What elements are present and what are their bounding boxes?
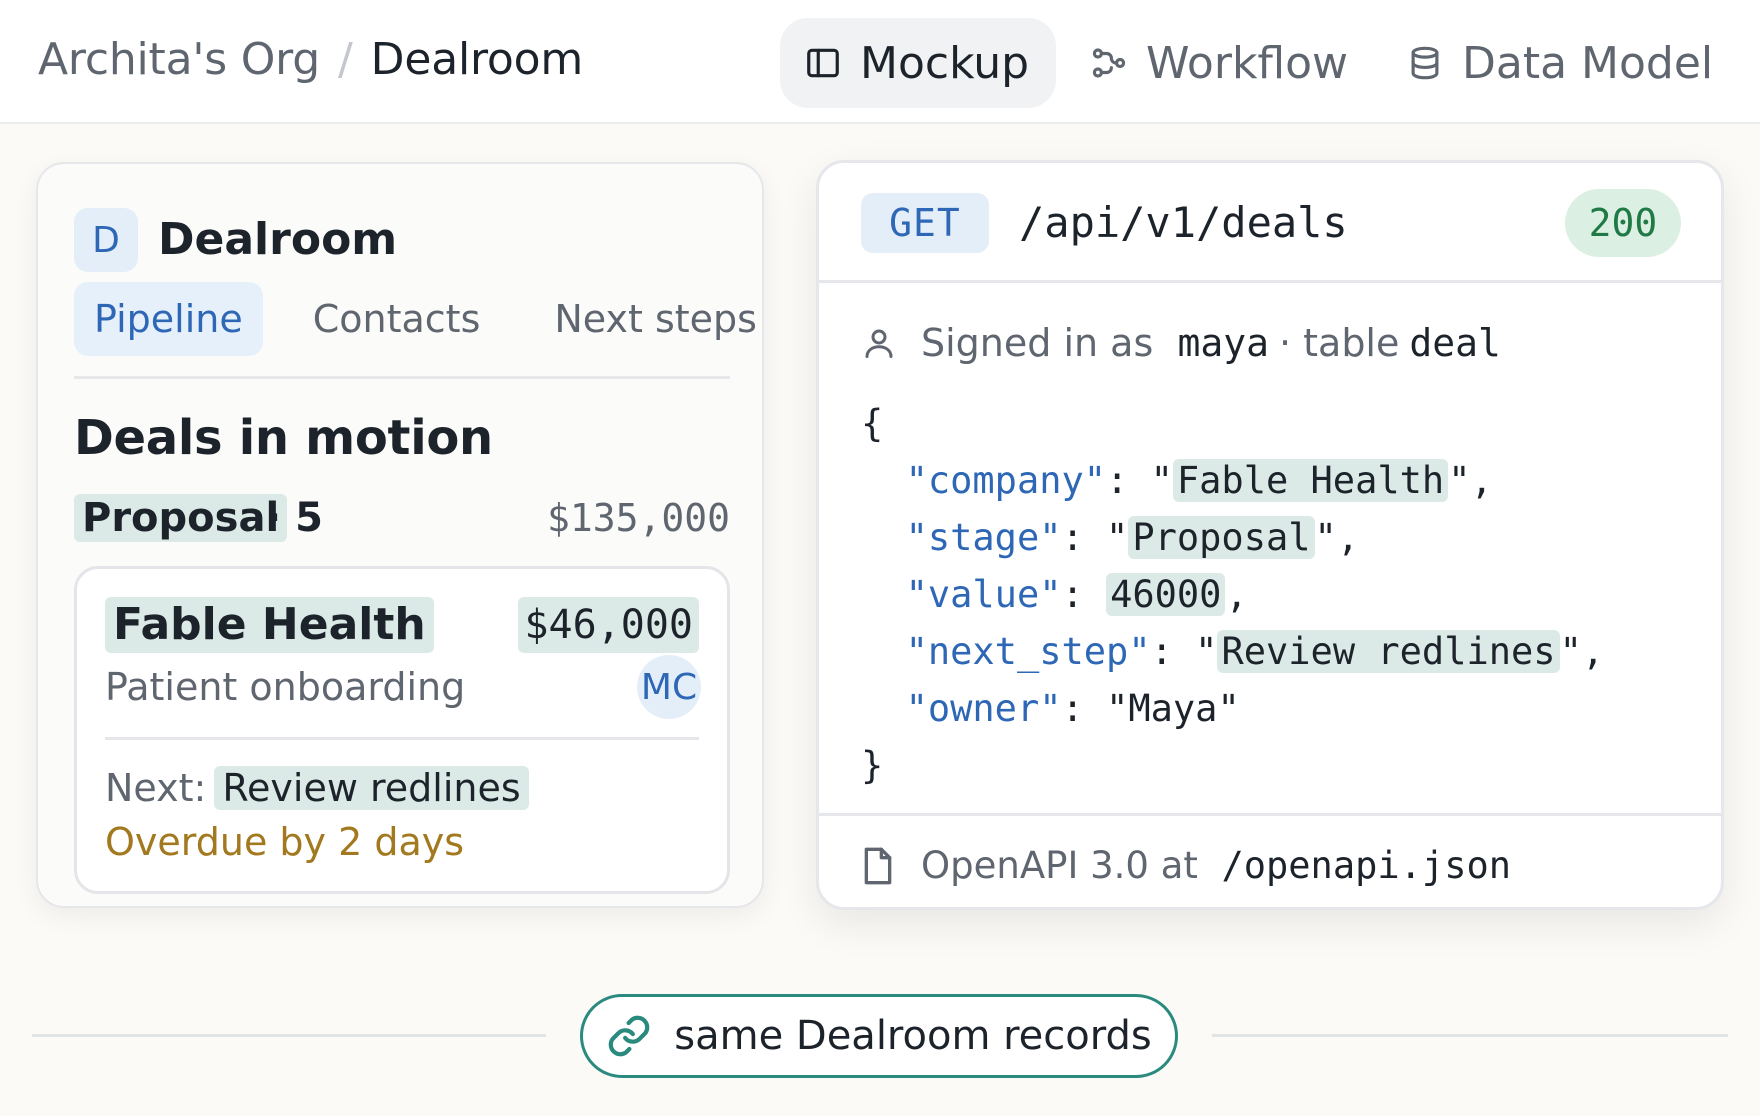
deal-next-step: Next: Review redlines bbox=[105, 763, 529, 813]
app-name: Dealroom bbox=[158, 214, 398, 265]
json-key: "next_step" bbox=[905, 630, 1151, 673]
shared-records-badge: same Dealroom records bbox=[580, 994, 1178, 1078]
divider bbox=[74, 376, 730, 379]
table-name: deal bbox=[1409, 321, 1501, 365]
mockup-preview-card: D Dealroom Pipeline Contacts Next steps … bbox=[36, 162, 764, 908]
divider bbox=[105, 737, 699, 740]
stage-count: · 5 bbox=[266, 495, 323, 541]
json-line: "next_step": " Review redlines ", bbox=[905, 630, 1605, 673]
json-response: { "company": " Fable Health ", "stage": " P… bbox=[861, 395, 1604, 794]
endpoint-path: /api/v1/deals bbox=[1019, 198, 1348, 247]
tab-workflow-label: Workflow bbox=[1146, 37, 1349, 89]
breadcrumb-separator: / bbox=[338, 34, 353, 85]
breadcrumb-org-link[interactable]: Archita's Org bbox=[38, 34, 320, 85]
next-step-value: Review redlines bbox=[214, 766, 529, 810]
json-value: Proposal bbox=[1128, 516, 1315, 559]
tab-data-model[interactable]: Data Model bbox=[1406, 18, 1713, 108]
shared-records-label: same Dealroom records bbox=[674, 1013, 1152, 1059]
avatar: MC bbox=[637, 655, 701, 719]
api-footer: OpenAPI 3.0 at /openapi.json bbox=[819, 813, 1721, 907]
tab-contacts[interactable]: Contacts bbox=[293, 282, 501, 356]
json-line: "value": 46000, bbox=[905, 573, 1248, 616]
table-label: · table bbox=[1278, 321, 1400, 365]
sidebar-layout-icon bbox=[807, 48, 839, 78]
signed-in-label: Signed in as bbox=[921, 321, 1154, 365]
tab-next-steps[interactable]: Next steps bbox=[534, 282, 777, 356]
tab-mockup-label: Mockup bbox=[860, 37, 1030, 89]
json-open: { bbox=[861, 402, 884, 445]
tab-data-model-label: Data Model bbox=[1462, 37, 1714, 89]
deal-company: Fable Health bbox=[105, 597, 434, 653]
stage-name: Proposal bbox=[74, 494, 288, 542]
database-icon bbox=[1411, 46, 1439, 80]
json-key: "owner" bbox=[905, 687, 1062, 730]
http-method-badge: GET bbox=[861, 193, 989, 253]
stage-total: $135,000 bbox=[546, 496, 730, 540]
link-icon bbox=[609, 1015, 650, 1057]
json-line: "owner": "Maya" bbox=[905, 687, 1240, 730]
json-key: "stage" bbox=[905, 516, 1062, 559]
breadcrumb-current: Dealroom bbox=[370, 34, 584, 85]
connector-line-right bbox=[1212, 1034, 1728, 1037]
tab-workflow[interactable]: Workflow bbox=[1090, 18, 1348, 108]
openapi-label: OpenAPI 3.0 at bbox=[921, 844, 1198, 887]
connector-line-left bbox=[32, 1034, 546, 1037]
next-step-label: Next: bbox=[105, 766, 207, 810]
json-line: "company": " Fable Health ", bbox=[905, 459, 1493, 502]
user-icon bbox=[865, 329, 893, 358]
app-tabs: Pipeline Contacts Next steps bbox=[74, 282, 777, 356]
section-title: Deals in motion bbox=[74, 410, 493, 466]
json-value: "Maya" bbox=[1106, 687, 1240, 730]
openapi-link[interactable]: /openapi.json bbox=[1221, 836, 1511, 896]
signed-in-user: maya bbox=[1177, 321, 1269, 365]
workflow-icon bbox=[1092, 48, 1126, 78]
file-icon bbox=[864, 847, 892, 885]
app-logo: D bbox=[74, 208, 138, 272]
stage-header: Proposal · 5 $135,000 bbox=[74, 486, 730, 546]
deal-value: $46,000 bbox=[518, 597, 699, 653]
top-bar: Archita's Org / Dealroom Mockup Workflow D… bbox=[0, 0, 1760, 124]
status-badge: 200 bbox=[1565, 189, 1681, 257]
tab-pipeline[interactable]: Pipeline bbox=[74, 282, 263, 356]
json-value: 46000 bbox=[1106, 573, 1226, 616]
json-value: Fable Health bbox=[1172, 459, 1449, 502]
api-preview-card: GET /api/v1/deals 200 Signed in as maya ·… bbox=[816, 160, 1724, 910]
deal-card[interactable]: Fable Health $46,000 Patient onboarding … bbox=[74, 566, 730, 894]
json-line: "stage": " Proposal ", bbox=[905, 516, 1360, 559]
json-key: "company" bbox=[905, 459, 1107, 502]
tab-mockup[interactable]: Mockup bbox=[780, 18, 1056, 108]
request-bar: GET /api/v1/deals 200 bbox=[819, 163, 1721, 283]
auth-context: Signed in as maya · table deal bbox=[861, 313, 1501, 373]
deal-description: Patient onboarding bbox=[105, 665, 466, 709]
json-value: Review redlines bbox=[1217, 630, 1560, 673]
json-key: "value" bbox=[905, 573, 1062, 616]
json-close: } bbox=[861, 744, 884, 787]
breadcrumb: Archita's Org / Dealroom bbox=[38, 30, 583, 90]
overdue-status: Overdue by 2 days bbox=[105, 820, 465, 864]
